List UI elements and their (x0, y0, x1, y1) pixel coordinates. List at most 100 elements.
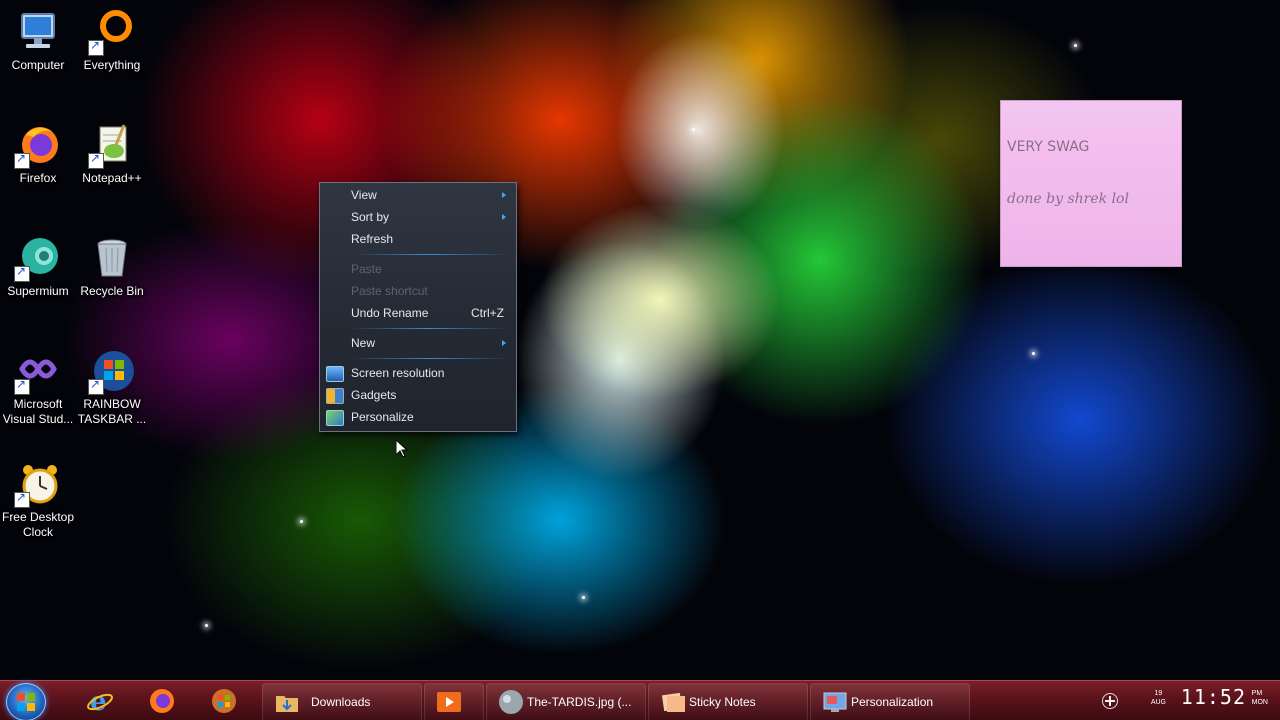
shortcut-arrow-icon (88, 151, 104, 169)
menu-item-label: New (351, 336, 376, 350)
desktop-icon-label: RAINBOW TASKBAR ... (77, 397, 147, 426)
personalization-icon (823, 692, 847, 712)
submenu-arrow-icon (502, 214, 506, 220)
taskbar: e Downloads The-TARDIS.jpg (... Sticky N… (0, 680, 1280, 720)
taskbar-pinned-internet-explorer[interactable]: e (76, 683, 128, 719)
menu-item-label: Undo Rename (351, 306, 429, 320)
menu-item-sort-by[interactable]: Sort by (322, 207, 512, 227)
desktop-icon-notepad-plus-plus[interactable]: Notepad++ (74, 121, 150, 186)
desktop-icon-label: Firefox (19, 171, 57, 185)
taskbar-window-label: Personalization (851, 695, 934, 709)
sticky-notes-icon (661, 692, 685, 712)
shortcut-arrow-icon (88, 38, 104, 56)
desktop-icon-recycle-bin[interactable]: Recycle Bin (74, 234, 150, 299)
taskbar-window-sticky-notes[interactable]: Sticky Notes (648, 683, 808, 720)
tray-clock-meridiem: PM MON (1252, 689, 1268, 707)
shortcut-arrow-icon (14, 264, 30, 282)
gadgets-icon (326, 388, 344, 404)
shortcut-arrow-icon (14, 490, 30, 508)
menu-item-label: View (351, 188, 377, 202)
start-button[interactable] (6, 683, 46, 720)
supermium-icon (14, 234, 62, 282)
desktop-wallpaper[interactable]: Computer Everything Firefox Notepad++ Su… (0, 0, 1280, 680)
desktop-icon-label: Microsoft Visual Stud... (2, 397, 74, 426)
windows-logo-icon (88, 347, 136, 395)
folder-icon (276, 696, 298, 712)
menu-item-view[interactable]: View (322, 185, 512, 205)
menu-separator (350, 254, 510, 255)
screen-resolution-icon (326, 366, 344, 382)
shortcut-arrow-icon (14, 377, 30, 395)
menu-item-label: Paste (351, 262, 382, 276)
menu-item-refresh[interactable]: Refresh (322, 229, 512, 249)
desktop-icon-label: Computer (11, 58, 65, 72)
menu-item-label: Refresh (351, 232, 394, 246)
menu-item-new[interactable]: New (322, 333, 512, 353)
system-tray: 19 AUG 11:52 PM MON (1090, 681, 1280, 720)
wallpaper-star (1032, 352, 1035, 355)
tray-clock[interactable]: 11:52 (1181, 685, 1246, 709)
internet-explorer-icon: e (87, 687, 113, 715)
menu-separator (350, 358, 510, 359)
sticky-note[interactable]: VERY SWAG done by shrek lol (1000, 100, 1182, 267)
menu-item-label: Screen resolution (351, 366, 445, 380)
visual-studio-icon (14, 347, 62, 395)
submenu-arrow-icon (502, 340, 506, 346)
shortcut-arrow-icon (14, 151, 30, 169)
taskbar-window-label: Sticky Notes (689, 695, 756, 709)
desktop-icon-rainbow-taskbar[interactable]: RAINBOW TASKBAR ... (74, 347, 150, 427)
sticky-note-line[interactable]: VERY SWAG (1007, 139, 1089, 155)
menu-item-paste-shortcut: Paste shortcut (322, 281, 512, 301)
menu-item-screen-resolution[interactable]: Screen resolution (322, 363, 512, 383)
menu-item-gadgets[interactable]: Gadgets (322, 385, 512, 405)
tray-date-month: AUG (1150, 699, 1166, 706)
desktop-icon-label: Everything (83, 58, 141, 72)
taskbar-window-media-player[interactable] (424, 683, 484, 720)
everything-icon (88, 8, 136, 56)
taskbar-window-downloads[interactable]: Downloads (262, 683, 422, 720)
menu-separator (350, 328, 510, 329)
menu-item-label: Sort by (351, 210, 390, 224)
desktop-icon-label: Recycle Bin (80, 284, 144, 298)
menu-item-label: Personalize (351, 410, 414, 424)
image-viewer-icon (499, 690, 523, 714)
menu-item-personalize[interactable]: Personalize (322, 407, 512, 427)
menu-item-undo-rename[interactable]: Undo Rename Ctrl+Z (322, 303, 512, 323)
windows-media-icon (212, 689, 236, 713)
menu-item-shortcut: Ctrl+Z (471, 306, 504, 320)
taskbar-pinned-windows-media[interactable] (200, 683, 252, 719)
wallpaper-star (692, 128, 695, 131)
computer-icon (14, 8, 62, 56)
shortcut-arrow-icon (88, 377, 104, 395)
wallpaper-star (1074, 44, 1077, 47)
sticky-note-line[interactable]: done by shrek lol (1007, 191, 1129, 207)
desktop-icon-label: Notepad++ (82, 171, 142, 185)
desktop-context-menu: View Sort by Refresh Paste Paste shortcu… (319, 182, 517, 432)
taskbar-window-image-viewer[interactable]: The-TARDIS.jpg (... (486, 683, 646, 720)
desktop-icon-visual-studio[interactable]: Microsoft Visual Stud... (0, 347, 76, 427)
desktop-icon-firefox[interactable]: Firefox (0, 121, 76, 186)
tray-weekday: MON (1251, 699, 1268, 706)
desktop-icon-supermium[interactable]: Supermium (0, 234, 76, 299)
submenu-arrow-icon (502, 192, 506, 198)
wallpaper-star (205, 624, 208, 627)
desktop-icon-free-desktop-clock[interactable]: Free Desktop Clock (0, 460, 76, 540)
desktop-icon-computer[interactable]: Computer (0, 8, 76, 73)
start-orb-icon (17, 693, 35, 711)
recycle-bin-icon (88, 234, 136, 282)
tray-date-day: 19 (1154, 690, 1163, 697)
personalize-icon (326, 410, 344, 426)
mouse-cursor-icon (396, 440, 408, 458)
tray-add-icon[interactable] (1102, 693, 1118, 709)
tray-date[interactable]: 19 AUG (1151, 689, 1166, 707)
taskbar-pinned-firefox[interactable] (138, 683, 190, 719)
wallpaper-star (300, 520, 303, 523)
media-player-icon (437, 692, 461, 712)
desktop-icon-everything[interactable]: Everything (74, 8, 150, 73)
firefox-icon (14, 121, 62, 169)
taskbar-window-personalization[interactable]: Personalization (810, 683, 970, 720)
alarm-clock-icon (14, 460, 62, 508)
wallpaper-star (582, 596, 585, 599)
menu-item-paste: Paste (322, 259, 512, 279)
menu-item-label: Gadgets (351, 388, 397, 402)
